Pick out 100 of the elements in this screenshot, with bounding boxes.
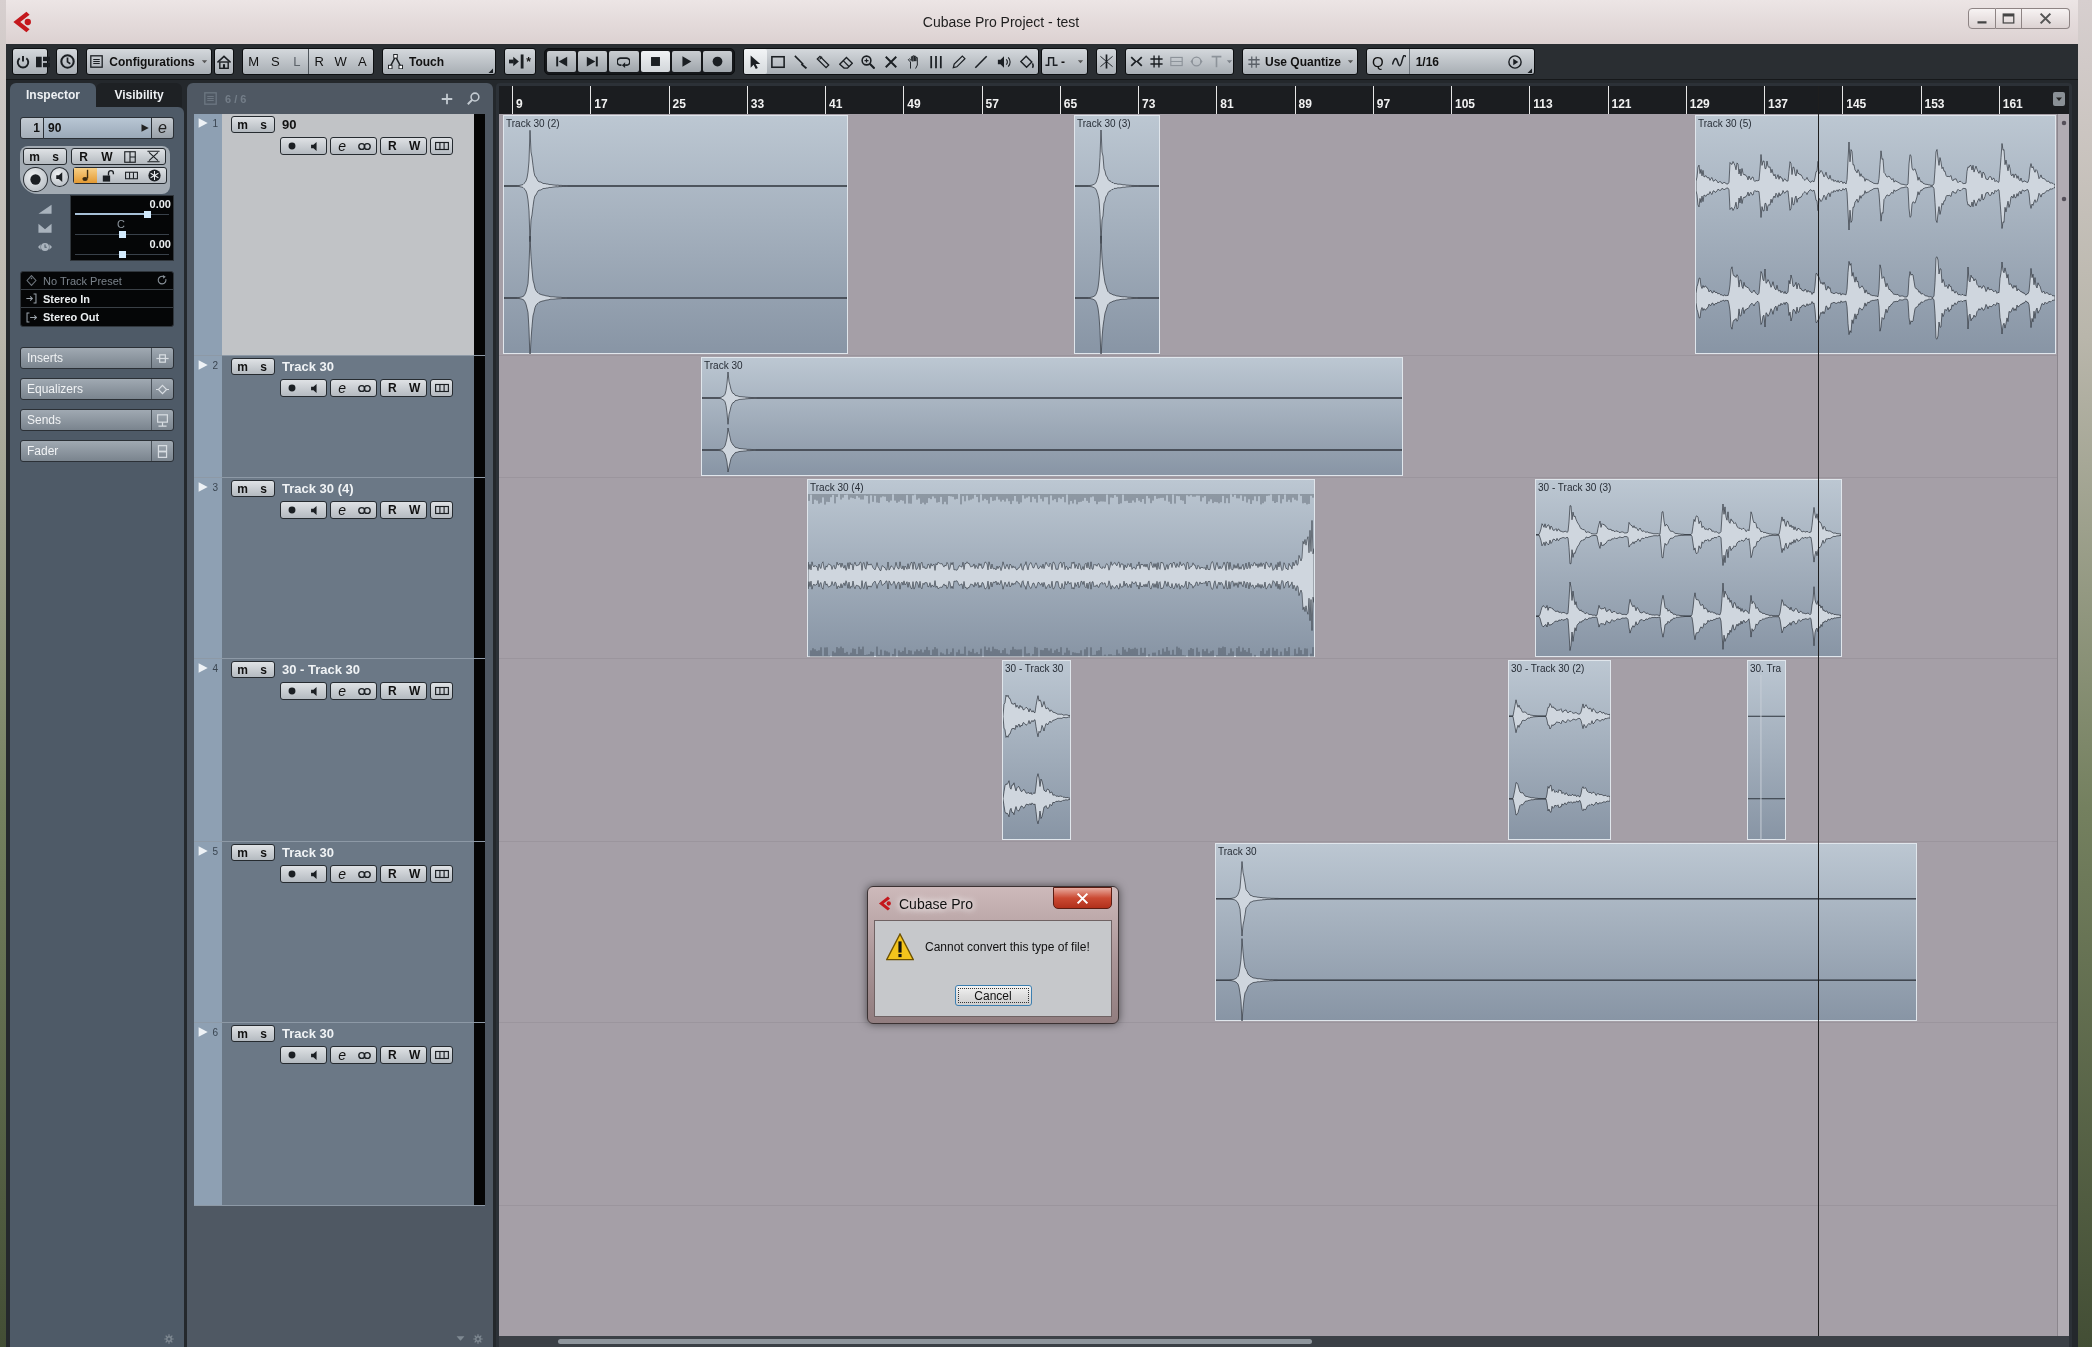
write-button[interactable]: W xyxy=(403,866,426,882)
configurations-dropdown[interactable]: Configurations xyxy=(86,48,212,75)
mode-button[interactable]: M xyxy=(243,49,265,74)
close-button[interactable] xyxy=(1053,887,1112,909)
audio-event[interactable]: Track 30 (5) xyxy=(1695,115,2056,354)
mode-button[interactable]: W xyxy=(330,49,352,74)
write-button[interactable]: W xyxy=(95,149,119,164)
edit-button[interactable]: e xyxy=(152,117,174,139)
mute-button[interactable]: m xyxy=(232,117,253,132)
handle-icon[interactable] xyxy=(2060,196,2067,202)
slider-thumb[interactable] xyxy=(119,250,126,258)
record-icon[interactable] xyxy=(287,686,298,696)
bucket-icon[interactable] xyxy=(1019,54,1034,69)
lock-icon[interactable] xyxy=(102,169,116,182)
caret-icon[interactable] xyxy=(200,58,208,65)
tool-button[interactable] xyxy=(744,49,767,74)
output-routing-selector[interactable]: Stereo Out xyxy=(21,308,173,326)
slider-thumb[interactable] xyxy=(119,230,126,238)
line-box-icon[interactable] xyxy=(156,351,169,365)
tube-icon[interactable] xyxy=(816,54,831,69)
skip-back-icon[interactable] xyxy=(555,55,569,68)
quantize-value-dropdown[interactable]: 1/16 xyxy=(1408,49,1534,74)
tag-icon[interactable] xyxy=(26,275,37,286)
horizontal-scrollbar[interactable] xyxy=(499,1336,2069,1347)
snap-button[interactable]: * xyxy=(504,48,536,75)
solo-button[interactable]: s xyxy=(253,359,274,374)
grid-icon[interactable] xyxy=(1248,55,1260,68)
cross-icon[interactable] xyxy=(883,54,898,69)
cancel-button[interactable]: Cancel xyxy=(954,985,1032,1006)
input-routing-selector[interactable]: Stereo In xyxy=(21,290,173,308)
house-icon[interactable] xyxy=(217,54,231,69)
inspector-tab[interactable]: Inspector xyxy=(10,83,96,107)
knife-icon[interactable] xyxy=(793,54,808,69)
timeline-ruler[interactable]: 9 17 25 33 41 49 57 65 73 81 89 97 105 113 121 129 137 145 153 161 xyxy=(499,86,2069,114)
record-enable-button[interactable] xyxy=(23,167,48,192)
toggle-button[interactable] xyxy=(74,168,98,183)
solo-button[interactable]: s xyxy=(253,662,274,677)
read-button[interactable]: R xyxy=(72,149,96,164)
track-header[interactable]: 3 m s Track 30 (4) e R W xyxy=(194,478,485,659)
solo-button[interactable]: s xyxy=(253,845,274,860)
crossed-line-icon[interactable] xyxy=(1099,54,1114,69)
write-button[interactable]: W xyxy=(403,1047,426,1063)
solo-button[interactable]: s xyxy=(253,481,274,496)
slider-thumb[interactable] xyxy=(144,210,152,218)
solo-button[interactable]: s xyxy=(253,1026,274,1041)
corner-icon[interactable] xyxy=(487,67,493,73)
mute-button[interactable]: m xyxy=(232,1026,253,1041)
solo-button[interactable]: s xyxy=(45,149,66,164)
square-wave-dropdown[interactable]: - xyxy=(1041,48,1088,75)
clock-button[interactable] xyxy=(56,48,78,75)
rectangle-icon[interactable] xyxy=(770,54,785,69)
crossed-line-button[interactable] xyxy=(1096,48,1117,75)
converge-arrows-icon[interactable] xyxy=(1129,55,1143,68)
read-button[interactable]: R xyxy=(381,683,404,699)
read-button[interactable]: R xyxy=(381,502,404,518)
track-name-field[interactable]: 90 xyxy=(44,117,152,139)
audio-event[interactable]: Track 30 (3) xyxy=(1074,115,1160,354)
record-icon[interactable] xyxy=(710,55,724,68)
record-icon[interactable] xyxy=(287,383,298,393)
track-preset-selector[interactable]: No Track Preset xyxy=(21,272,173,290)
write-button[interactable]: W xyxy=(403,380,426,396)
close-icon[interactable] xyxy=(2039,12,2052,25)
snowflake-icon[interactable] xyxy=(148,169,162,182)
mute-button[interactable]: m xyxy=(232,845,253,860)
record-icon[interactable] xyxy=(27,172,43,187)
curve-icon[interactable] xyxy=(388,54,403,69)
skip-forward-button[interactable] xyxy=(578,51,608,72)
play-button[interactable] xyxy=(671,51,701,72)
layout-icon[interactable] xyxy=(36,54,50,69)
mute-button[interactable]: m xyxy=(24,149,45,164)
minimize-button[interactable] xyxy=(1968,8,1996,29)
skip-back-button[interactable] xyxy=(547,51,577,72)
arrow-in-icon[interactable] xyxy=(26,293,37,304)
write-button[interactable]: W xyxy=(403,138,426,154)
arrow-to-line-icon[interactable] xyxy=(509,54,525,69)
segments-icon[interactable] xyxy=(125,169,139,182)
audio-event[interactable]: 30 - Track 30 (3) xyxy=(1535,479,1842,657)
track-header[interactable]: 1 m s 90 e R W xyxy=(194,114,485,356)
track-header[interactable]: 5 m s Track 30 e R W xyxy=(194,842,485,1023)
maximize-button[interactable] xyxy=(1996,8,2022,29)
audio-event[interactable]: Track 30 (4) xyxy=(807,479,1315,657)
mute-button[interactable]: m xyxy=(232,662,253,677)
handle-icon[interactable] xyxy=(2060,120,2067,126)
caret-icon[interactable] xyxy=(1077,58,1084,65)
diamond-icon[interactable] xyxy=(156,382,169,396)
quantize-button[interactable]: Q xyxy=(1367,49,1389,74)
inspector-tab[interactable]: Visibility xyxy=(96,83,182,107)
cycle-icon[interactable] xyxy=(617,55,631,68)
clock-icon[interactable] xyxy=(59,54,75,69)
square-wave-icon[interactable] xyxy=(1045,55,1058,68)
read-button[interactable]: R xyxy=(381,138,404,154)
grid-icon[interactable] xyxy=(1149,55,1163,68)
track-header[interactable]: 4 m s 30 - Track 30 e R W xyxy=(194,659,485,842)
arrow-out-icon[interactable] xyxy=(26,311,37,323)
cross-bar-icon[interactable] xyxy=(146,150,160,163)
read-button[interactable]: R xyxy=(381,866,404,882)
wave-icon[interactable] xyxy=(1391,54,1406,69)
read-button[interactable]: R xyxy=(381,1047,404,1063)
house-button[interactable] xyxy=(214,48,234,75)
pencil-icon[interactable] xyxy=(951,54,966,69)
